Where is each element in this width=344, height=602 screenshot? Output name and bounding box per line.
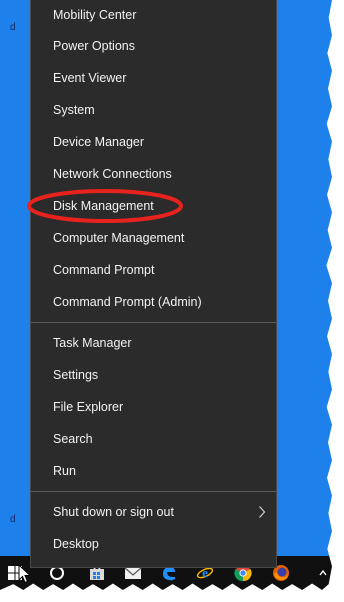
menu-separator [31, 322, 276, 323]
menu-item-mobility-center[interactable]: Mobility Center [31, 0, 276, 30]
desktop: d d e Mobility Center Power Options Even… [0, 0, 332, 590]
menu-separator [31, 491, 276, 492]
menu-item-run[interactable]: Run [31, 456, 276, 486]
menu-item-search[interactable]: Search [31, 424, 276, 454]
menu-item-computer-management[interactable]: Computer Management [31, 223, 276, 253]
menu-item-shut-down-or-sign-out[interactable]: Shut down or sign out [31, 497, 276, 527]
menu-item-task-manager[interactable]: Task Manager [31, 328, 276, 358]
menu-item-device-manager[interactable]: Device Manager [31, 127, 276, 157]
chevron-right-icon [258, 505, 266, 522]
menu-item-network-connections[interactable]: Network Connections [31, 159, 276, 189]
menu-item-command-prompt[interactable]: Command Prompt [31, 255, 276, 285]
menu-item-event-viewer[interactable]: Event Viewer [31, 63, 276, 93]
menu-item-command-prompt-admin[interactable]: Command Prompt (Admin) [31, 287, 276, 317]
screenshot-frame: d d e Mobility Center Power Options Even… [0, 0, 332, 590]
menu-item-desktop[interactable]: Desktop [31, 529, 276, 559]
menu-item-label: Shut down or sign out [53, 505, 174, 519]
mouse-cursor-icon [18, 564, 32, 584]
menu-item-power-options[interactable]: Power Options [31, 31, 276, 61]
menu-item-disk-management[interactable]: Disk Management [31, 191, 276, 221]
winx-context-menu: Mobility Center Power Options Event View… [30, 0, 277, 568]
menu-item-system[interactable]: System [31, 95, 276, 125]
menu-item-settings[interactable]: Settings [31, 360, 276, 390]
taskbar-overflow-icon[interactable] [314, 564, 332, 582]
desktop-icon-label-fragment: d [10, 22, 16, 33]
desktop-icon-label-fragment: d [10, 514, 16, 525]
menu-item-file-explorer[interactable]: File Explorer [31, 392, 276, 422]
